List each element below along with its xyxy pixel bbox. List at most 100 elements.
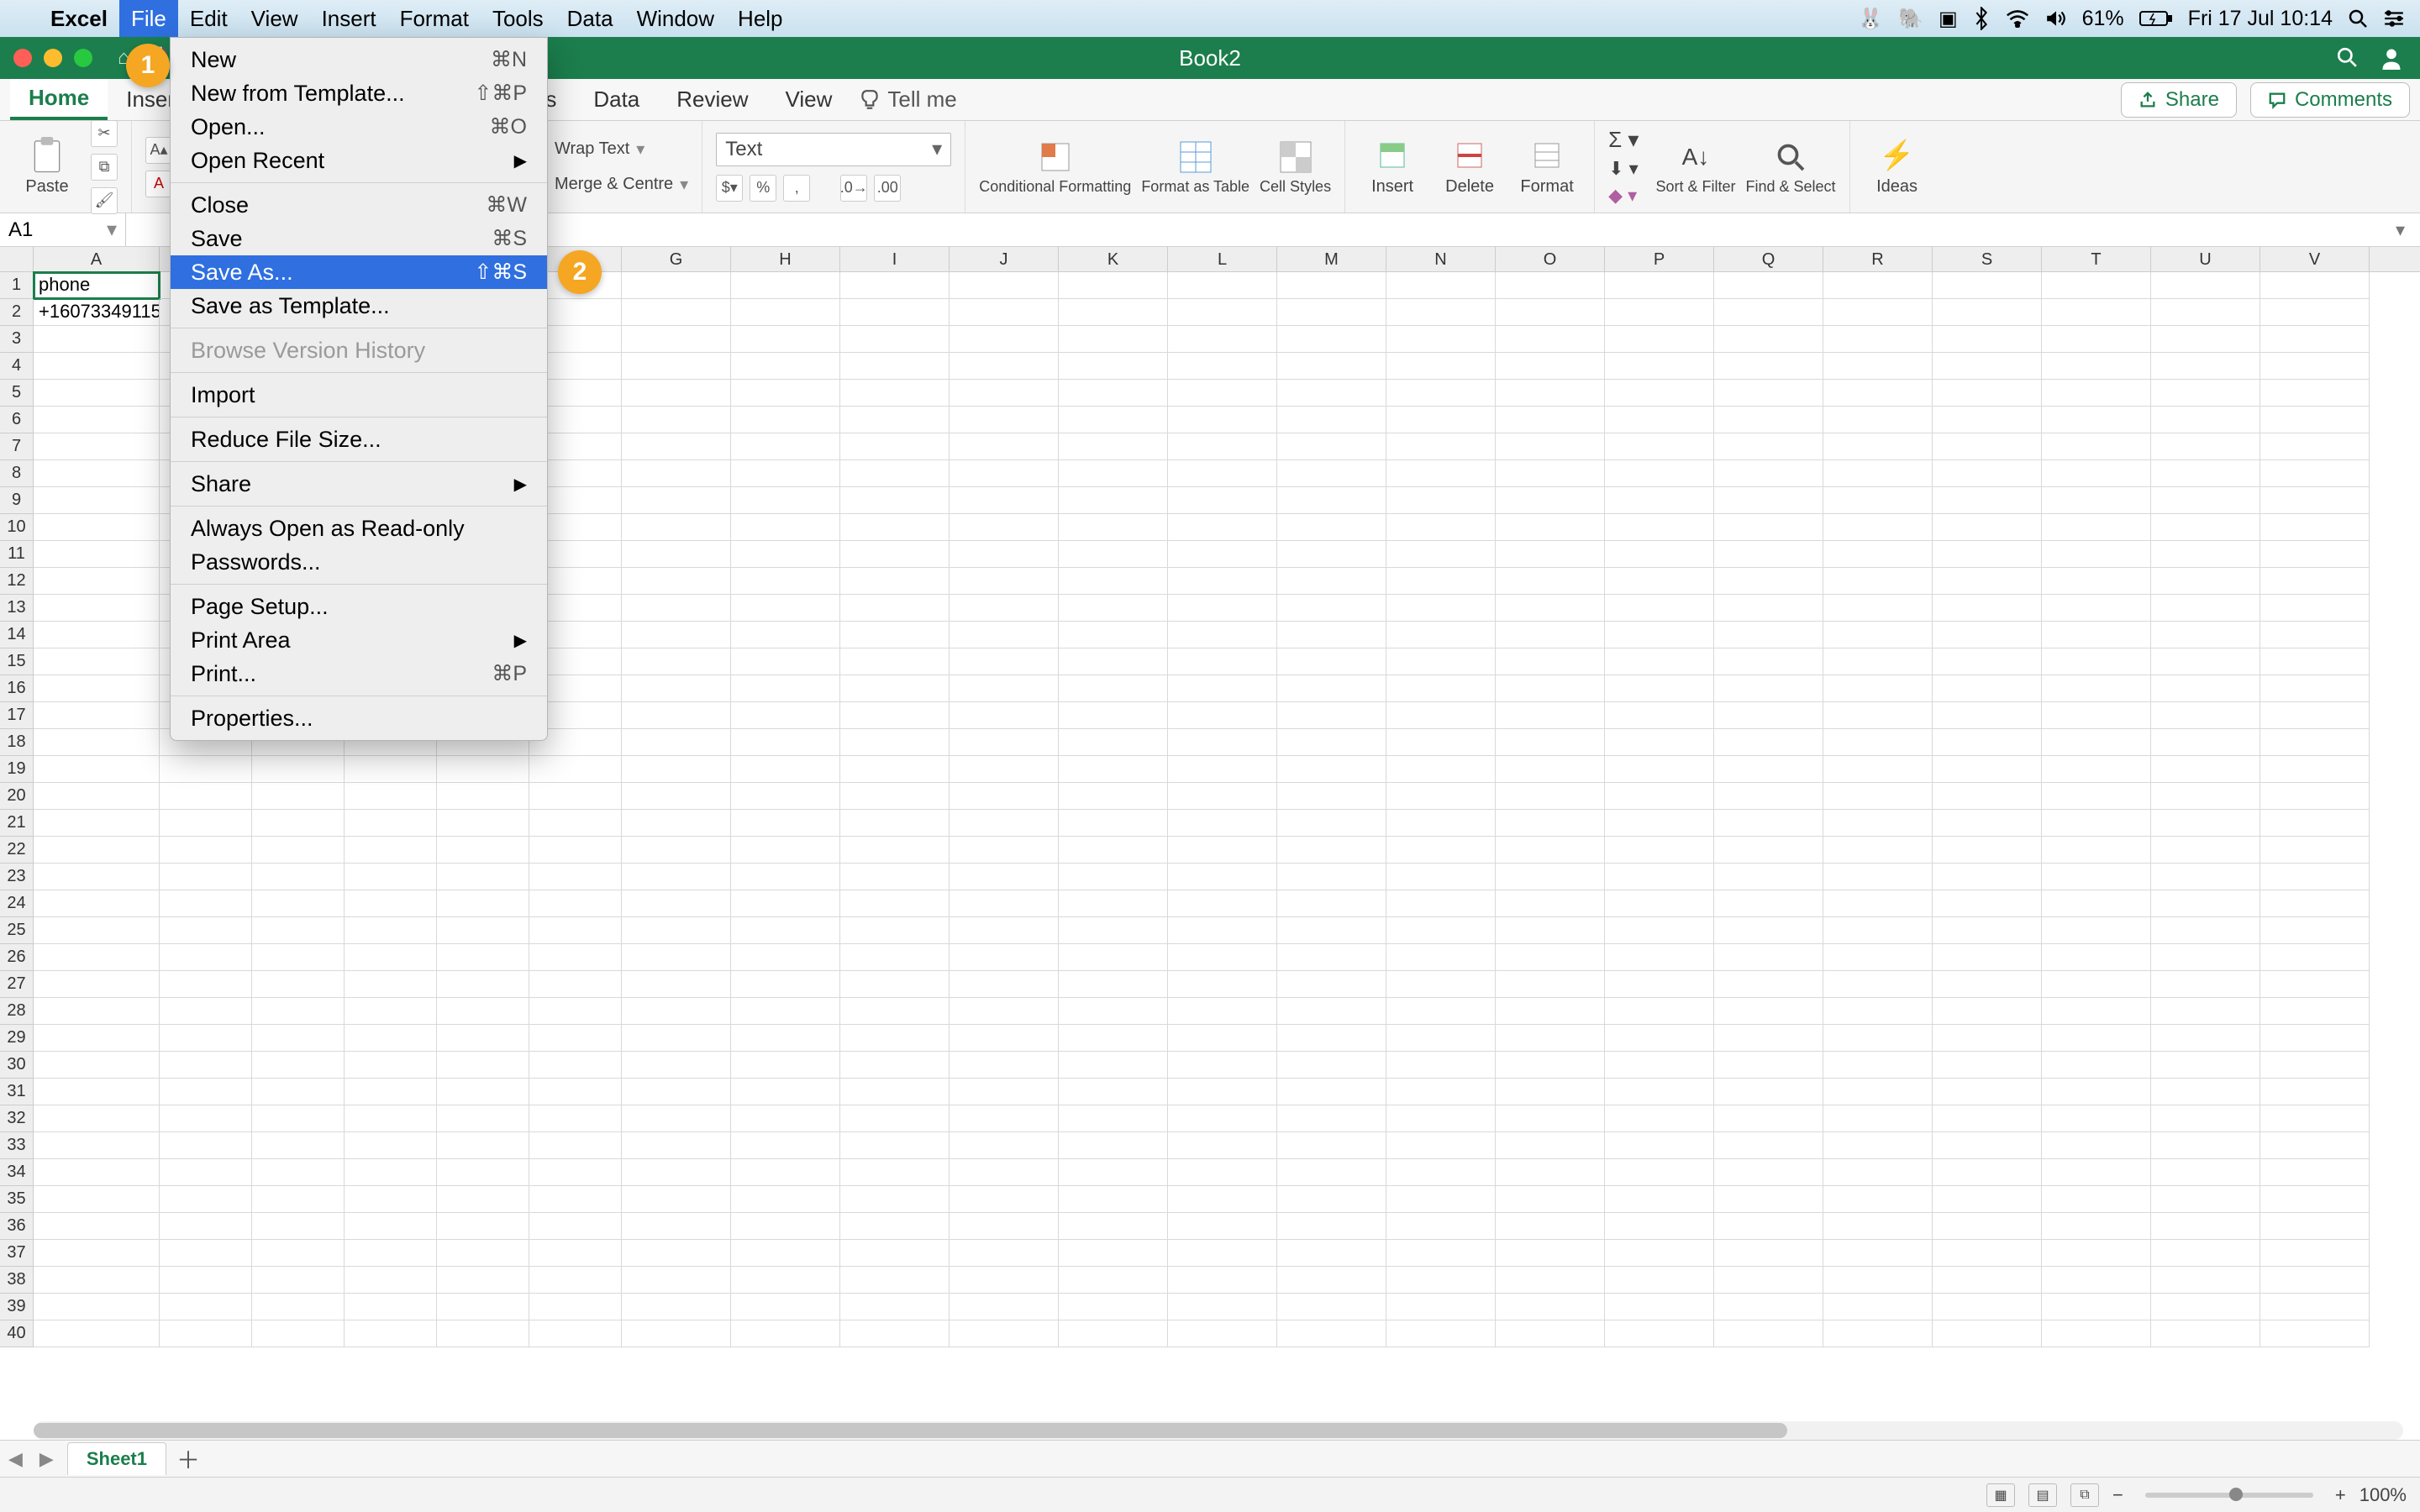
cell[interactable] <box>1386 326 1496 353</box>
cell[interactable] <box>34 407 160 433</box>
cell[interactable] <box>345 837 437 864</box>
cell[interactable] <box>731 595 840 622</box>
expand-formula-bar-icon[interactable]: ▾ <box>2389 219 2412 241</box>
cell[interactable] <box>529 998 622 1025</box>
cell[interactable] <box>2042 648 2151 675</box>
cell[interactable] <box>1386 487 1496 514</box>
cell[interactable] <box>1714 1052 1823 1079</box>
cell[interactable] <box>34 622 160 648</box>
cell[interactable] <box>1496 1105 1605 1132</box>
cell[interactable] <box>1168 407 1277 433</box>
cell[interactable] <box>1277 487 1386 514</box>
cell[interactable] <box>1605 272 1714 299</box>
cell[interactable] <box>622 1186 731 1213</box>
cell[interactable] <box>1496 783 1605 810</box>
cell[interactable] <box>731 1079 840 1105</box>
cell[interactable] <box>2042 1079 2151 1105</box>
cell[interactable] <box>2260 837 2370 864</box>
cell[interactable] <box>1933 756 2042 783</box>
cell[interactable] <box>1605 1213 1714 1240</box>
cell[interactable] <box>529 810 622 837</box>
cell[interactable] <box>840 460 950 487</box>
cell[interactable] <box>1933 1186 2042 1213</box>
cell[interactable] <box>1496 299 1605 326</box>
cell[interactable] <box>840 326 950 353</box>
cell[interactable] <box>1933 1213 2042 1240</box>
file-menu-save[interactable]: Save⌘S <box>171 222 547 255</box>
cell[interactable] <box>437 890 529 917</box>
cell[interactable] <box>34 1267 160 1294</box>
cell[interactable] <box>2042 1213 2151 1240</box>
column-header[interactable]: V <box>2260 247 2370 271</box>
cell[interactable] <box>437 944 529 971</box>
cell[interactable] <box>2260 1320 2370 1347</box>
cell[interactable] <box>437 1105 529 1132</box>
cell[interactable] <box>731 944 840 971</box>
cell[interactable] <box>2042 783 2151 810</box>
cell[interactable] <box>1059 1186 1168 1213</box>
cell[interactable] <box>1933 380 2042 407</box>
cell[interactable] <box>1496 622 1605 648</box>
cell[interactable] <box>1605 783 1714 810</box>
cell[interactable] <box>1059 890 1168 917</box>
cell[interactable] <box>252 998 345 1025</box>
tray-icon[interactable]: ▣ <box>1939 7 1958 31</box>
cell[interactable] <box>950 675 1059 702</box>
cell[interactable] <box>1933 407 2042 433</box>
cell[interactable] <box>1933 1294 2042 1320</box>
cell[interactable] <box>2042 1105 2151 1132</box>
cell[interactable] <box>1386 380 1496 407</box>
cell[interactable] <box>1496 675 1605 702</box>
cell[interactable] <box>160 1105 252 1132</box>
cell[interactable] <box>34 1132 160 1159</box>
cell[interactable] <box>1386 1105 1496 1132</box>
cell[interactable] <box>731 675 840 702</box>
column-header[interactable]: R <box>1823 247 1933 271</box>
cell[interactable] <box>950 622 1059 648</box>
cell[interactable] <box>1496 917 1605 944</box>
cell[interactable] <box>1168 460 1277 487</box>
cell[interactable] <box>1059 1159 1168 1186</box>
cell[interactable] <box>1823 756 1933 783</box>
find-select-button[interactable]: Find & Select <box>1745 139 1835 196</box>
cell[interactable] <box>2260 380 2370 407</box>
menubar-item-data[interactable]: Data <box>555 0 625 37</box>
file-menu-reduce-file-size[interactable]: Reduce File Size... <box>171 423 547 456</box>
cell[interactable] <box>2042 541 2151 568</box>
cell[interactable] <box>1714 1240 1823 1267</box>
cell[interactable] <box>1496 998 1605 1025</box>
cell[interactable] <box>1823 810 1933 837</box>
cell[interactable] <box>731 514 840 541</box>
share-button[interactable]: Share <box>2121 82 2237 118</box>
cell[interactable] <box>437 1213 529 1240</box>
cell[interactable] <box>731 1213 840 1240</box>
cell[interactable] <box>252 1294 345 1320</box>
cell[interactable] <box>1823 568 1933 595</box>
row-header[interactable]: 2 <box>0 299 34 326</box>
cell[interactable] <box>1823 729 1933 756</box>
cell[interactable] <box>34 380 160 407</box>
cell[interactable] <box>1059 541 1168 568</box>
cell[interactable] <box>2260 433 2370 460</box>
cell[interactable] <box>252 1105 345 1132</box>
cell[interactable] <box>34 729 160 756</box>
cell[interactable] <box>731 702 840 729</box>
cell[interactable] <box>1605 675 1714 702</box>
cell[interactable] <box>1496 1240 1605 1267</box>
cell[interactable] <box>2042 1159 2151 1186</box>
cell[interactable] <box>1605 1294 1714 1320</box>
cell[interactable] <box>529 1294 622 1320</box>
cell[interactable] <box>1933 783 2042 810</box>
cell[interactable] <box>1823 1213 1933 1240</box>
cell[interactable] <box>345 944 437 971</box>
cell[interactable] <box>622 1320 731 1347</box>
file-menu-properties[interactable]: Properties... <box>171 701 547 735</box>
cell[interactable] <box>2151 1213 2260 1240</box>
cell[interactable] <box>950 998 1059 1025</box>
cell[interactable] <box>1168 1025 1277 1052</box>
cell-styles-button[interactable]: Cell Styles <box>1260 139 1331 196</box>
cell[interactable] <box>34 756 160 783</box>
cell[interactable] <box>622 272 731 299</box>
cell[interactable] <box>160 1320 252 1347</box>
row-header[interactable]: 37 <box>0 1240 34 1267</box>
